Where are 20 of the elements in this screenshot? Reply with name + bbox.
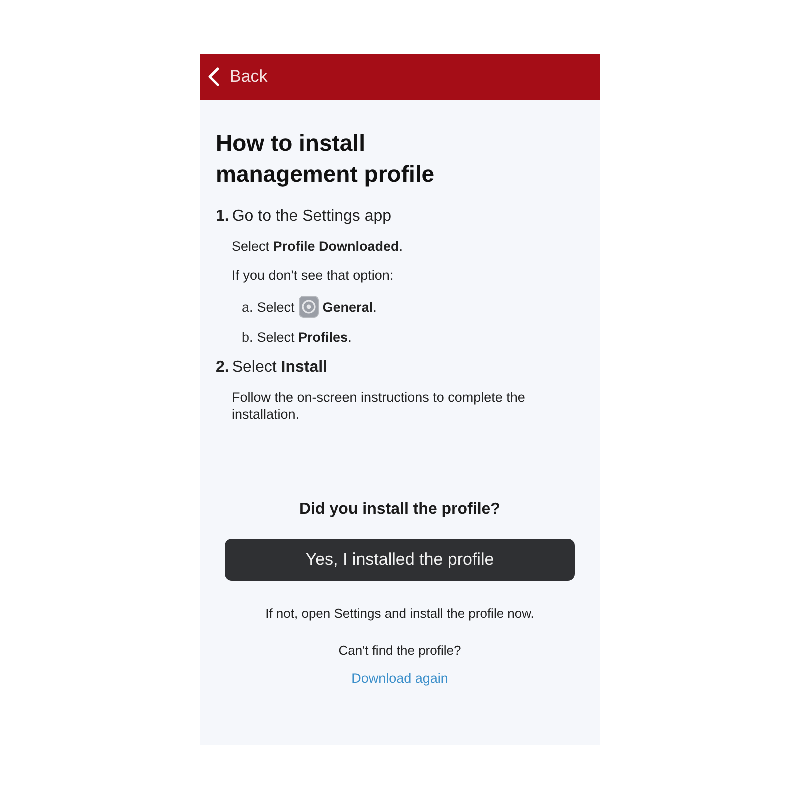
step-text: Select Profile Downloaded. — [232, 238, 404, 255]
hint-text: If not, open Settings and install the profile now. — [266, 606, 534, 621]
step-number: 2. — [216, 359, 230, 377]
step-number: 1. — [216, 208, 230, 226]
substep-marker: b. — [242, 330, 254, 345]
step-text: If you don't see that option: — [232, 267, 395, 284]
substep-text: Select — [257, 300, 295, 314]
step-text: Follow the on-screen instructions to complete the installation. — [232, 389, 526, 423]
substep-marker: a. — [242, 300, 254, 314]
step-heading: Select Install — [232, 359, 328, 377]
page-title: How to install management profile — [216, 129, 436, 189]
substep-text: General. — [322, 300, 377, 314]
download-link[interactable]: Download again — [352, 671, 448, 686]
chevron-left-icon — [208, 67, 220, 87]
question-text: Did you install the profile? — [300, 501, 500, 519]
confirm-button[interactable]: Yes, I installed the profile — [225, 539, 575, 581]
step-heading: Go to the Settings app — [232, 208, 392, 226]
help-text: Can't find the profile? — [338, 643, 462, 658]
substep-text: Select Profiles. — [257, 330, 352, 345]
back-button[interactable]: Back — [208, 67, 268, 87]
